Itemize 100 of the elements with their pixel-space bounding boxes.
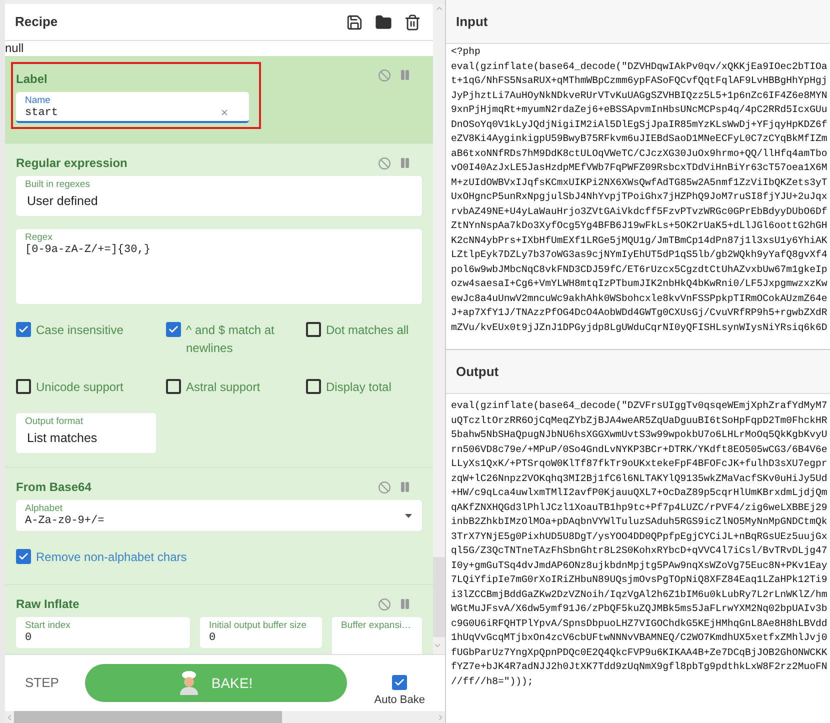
code-line: JyPjhztLi7AuHOyNkNDkveRUrVTvKuUAGgSZVHBIQzz5L5+1p6nZc6IF4Z6e8MYN xyxy=(451,88,828,102)
code-line: rn506VD8c79e/+MPuP/0So4GndLvNYKP3BCr+DTRK/YKdft8EO505wCG3/6B4V6e xyxy=(451,442,828,456)
checkbox[interactable] xyxy=(16,379,31,394)
field-value: 0 xyxy=(25,632,32,645)
field-label: Alphabet xyxy=(25,503,64,515)
select-field[interactable]: Output format List matches xyxy=(16,413,156,453)
checkbox[interactable] xyxy=(166,379,181,394)
checkbox-label: ^ and $ match at newlines xyxy=(186,322,276,357)
code-line: 9xnPjHjmqRt+myumN2rdaZej6+eBSSApvmInHbsUNcMCPsp4q/4pC2RRd5IcxGUu xyxy=(451,103,828,117)
field-label: Buffer expansi… xyxy=(341,620,412,632)
code-line: ZtNYnNspAa7kDo3XyfOcg5Yg4BFB6J19wFkLs+5OK2rUaK5+dLlJGl6oottG2hGH xyxy=(451,219,828,233)
checkbox[interactable] xyxy=(16,322,31,337)
scroll-up-icon[interactable] xyxy=(434,4,444,13)
field-label: Built in regexes xyxy=(25,179,91,191)
code-line: ewJc8a4uUnwV2mncuWc9akhAhk0WSbohcxle8kvVnFSSPpkpTIRmOCokAUzmZ64e xyxy=(451,292,828,306)
input-field[interactable]: Name start xyxy=(16,92,249,123)
pane-title: Output xyxy=(456,362,499,381)
code-line: inbB2ZhkbIMzOlMOa+pDAqbnVYWlTuluzSAduh5RGS9icZlNO5MyNnMpGNDCtmQk xyxy=(451,515,828,529)
checkbox[interactable] xyxy=(166,322,181,337)
pause-icon[interactable] xyxy=(399,69,411,81)
code-line: UxOHgncP5unRxNpgjulSbJ4NhYvpjTPoiGhx7jHZPhQ9JoM7ruSI8fjYJU+2uJqx xyxy=(451,190,828,204)
code-line: qAKfZNXHQGd3lPhlJCzl1XoauTB1hp9tc+Pf7p4LUZC/rPVF4/zig6weLXBBEj29 xyxy=(451,500,828,514)
code-line: DnOSoYq0V1kLyJQdjNigiIM2iAl5DlEgSjJpaIR85mYzKLsWwDj+YFjqyHpKDZ6f xyxy=(451,118,828,132)
code-line: ql5G/Z3QcTNTneTAzFhSbnGhtr8L2S0KohxRYbcD+qVVC4l7iCsl/BvTRvDLjg47 xyxy=(451,544,828,558)
disable-icon[interactable] xyxy=(378,69,391,82)
code-line: ozw4saesaI+Cg6+VmYLWH8mtqIzPTbumJIK2nbHkQ4bKwRni0/LF5JxpgmwzxzKw xyxy=(451,277,828,291)
code-line: 1hUqVvGcqMTjbxOn4zcV6cbUFtwNNNvVBAMNEQ/C2WO7KmdhUX5xetfxZMhlJvj0 xyxy=(451,631,828,645)
code-line: //ff//h8="))); xyxy=(451,674,534,688)
scrollbar-thumb[interactable] xyxy=(433,557,445,637)
code-line: I0y+gmGuTSq4dvJmdAP6ONz8ujkbdnMpjtg5PAw9nqXsWZoVg75Euc8N+PKv1Eay xyxy=(451,558,828,572)
disable-icon[interactable] xyxy=(378,481,391,494)
code-line: eZV8Ki4AyginkigpU59BwyB75RFkvm6uJIEBdSaoD1MNeECFyL0C7zCYqBkMfIZm xyxy=(451,132,828,146)
field-value: List matches xyxy=(26,430,98,446)
checkbox[interactable] xyxy=(392,675,408,690)
checkbox-label: Case insensitive xyxy=(36,322,124,339)
scroll-right-icon[interactable] xyxy=(436,712,445,722)
checkbox-label: Auto Bake xyxy=(374,693,425,708)
input-field[interactable]: Start index 0 xyxy=(16,617,190,648)
checkbox[interactable] xyxy=(306,379,321,394)
code-line: aB6txoNNfRDs7hM9DdK8ctULOqVWeTC/CJczXG30JuOx9hrmo+QQ/llHfq4amTbo xyxy=(451,146,828,160)
code-line: t+1qG/NhFS5NsaRUX+qMThmWBpCzmm6ypFASoFQCvfQqtFqlAF9LvHBBgHhYpHgj xyxy=(451,74,828,88)
check-icon xyxy=(168,324,179,335)
code-line: eval(gzinflate(base64_decode("DZVFrsUIggTv0qsqeWEmjXphZrafYdMyM7 xyxy=(451,399,828,413)
check-icon xyxy=(394,677,406,688)
pause-icon[interactable] xyxy=(399,598,411,610)
select-field[interactable]: Alphabet A-Za-z0-9+/= xyxy=(16,500,422,531)
disable-icon[interactable] xyxy=(378,157,391,170)
code-line: <?php xyxy=(451,45,482,59)
code-line: c9G0U6iRFQHTPlYpvA/SpnsDbpuoLHZ7VIGOChdkG5KEjHMhqGnL8Ae8H8hLBVdd xyxy=(451,616,828,630)
folder-icon[interactable] xyxy=(375,14,392,30)
operation-title: Regular expression xyxy=(16,155,128,172)
field-value: start xyxy=(25,107,58,120)
scroll-down-icon[interactable] xyxy=(433,641,442,650)
pause-icon[interactable] xyxy=(399,157,411,169)
code-line: vO0I40AzJxLE5JasHzdpMEfVWb7FqPWFZ09RsbcxTDdViHnBiYr63cT57oea1X6M xyxy=(451,161,828,175)
input-field[interactable]: Initial output buffer size 0 xyxy=(200,617,322,648)
code-line: i3lZCCBmjBddGaZKw2DzVZNoih/IqzVgAl2h6Z1bIM6u0kLubRy7L2rLnWKlZ/hm xyxy=(451,588,828,602)
trash-icon[interactable] xyxy=(404,14,421,30)
step-button[interactable]: STEP xyxy=(25,673,85,693)
regex-field[interactable]: Regex [0-9a-zA-Z/+=]{30,} xyxy=(16,229,422,304)
code-line: 3TrX7YNjE5g0PixhUD5U8DgT/ysYOO4DD0QPpfpEgjCYCiJL+nBqRGsUEz5uujGx xyxy=(451,530,828,544)
checkbox-label: Display total xyxy=(326,379,392,396)
field-value: User defined xyxy=(26,193,98,209)
scrollbar[interactable] xyxy=(5,711,445,723)
recipe-title: Recipe xyxy=(15,13,58,32)
code-line: zqW+lC26Nnpz2VOKqhq3MI2Bj1fC6l6NLTAKYlQ9135wkZMaVacfSKv0uHiJy5Ud xyxy=(451,472,828,486)
field-value: 0 xyxy=(209,632,216,645)
code-line: 7LQiYfipIe7mG0rXoIRiZHbuN89UQsjmOvsPgTOpNiQ8XFZ84Eaq1LZaHPk12Ti9 xyxy=(451,573,828,587)
field-value: [0-9a-zA-Z/+=]{30,} xyxy=(25,244,150,257)
code-line: pol6w9wbJMbcNqC8vkFND3CDJ59fC/ET6rUzcx5CgzdtCtUhAZvxbUw67m1gkeIp xyxy=(451,262,828,276)
code-line: K2cNN4ybPrs+IXbHfUmEXf1LRGe5jMQU1g/JmTBmCp14dPn87j1l3xsU1y6YhiAK xyxy=(451,234,828,248)
select-field[interactable]: Built in regexes User defined xyxy=(16,176,422,216)
code-line: rvbAZ49NE+U4yLaWauHrjo3ZVtGAiVkdcff5FzvPTvzWRGc0GPrEbBdyyDUbO6Df xyxy=(451,204,828,218)
checkbox-label: Unicode support xyxy=(36,379,124,396)
code-line: fYZ7e+bJK4R7adNJJ2h0JtXK7Tdd9zUqNmX9gfl8pbTg9pdthkLxW8F2rz2MuoFN xyxy=(451,660,828,674)
field-label: Initial output buffer size xyxy=(209,620,308,632)
caret-icon[interactable] xyxy=(405,514,412,518)
field-label: Name xyxy=(25,95,52,107)
scrollbar[interactable] xyxy=(433,41,445,654)
clear-icon[interactable] xyxy=(220,108,229,117)
save-icon[interactable] xyxy=(346,14,363,30)
code-line: +HW/c9qLca4uwlxmTMlI2avfP0KjauuQXL7+OcDaZ89p5cqrHlUmKBrxdmLjdjQm xyxy=(451,486,828,500)
pause-icon[interactable] xyxy=(399,481,411,493)
checkbox[interactable] xyxy=(16,549,31,564)
operation-title: Label xyxy=(16,71,48,88)
operation-title: Raw Inflate xyxy=(16,596,80,613)
code-line: LLyXs1QxK/+PTSrqoW0KlTf87fkTr9oUKxtekeFpF4BFOFcJK+fulhD3sXU7egpr xyxy=(451,457,828,471)
code-line: eval(gzinflate(base64_decode("DZVHDqwIAkPv0qv/xQKKjEa9IOec2bTIOa xyxy=(451,60,828,74)
code-line: mZVu/kvEUx0t9jJZnJ1DPGyjdp8LgUWduCqrNI0yQFISHLsynWIysNiYRsiq6k6D xyxy=(451,320,828,334)
code-line: LZtlpEyk7DZLy7b37oWG3as9cjNYmIyEhUT5dP1qS5lb/gb2WQkh9yYafQ8gvXf4 xyxy=(451,248,828,262)
scroll-left-icon[interactable] xyxy=(5,712,14,722)
code-line: 5bahw5NbSHaQpugNJbNU6hsXGGXwmUvtS3w99wpokbU7o6LHLrMoOq5QkKgbKvyU xyxy=(451,428,828,442)
field-label: Regex xyxy=(25,232,54,244)
field-label: Start index xyxy=(25,620,72,632)
check-icon xyxy=(18,551,29,562)
disable-icon[interactable] xyxy=(378,598,391,611)
checkbox[interactable] xyxy=(306,322,321,337)
pane-title: Input xyxy=(456,12,488,31)
code-line: J+ap7XfY1J/TNAzzPfOG4DcO4AobWDd4GWTg0CXUsGj/CvuVRfRP9h5+rgwbZXdR xyxy=(451,306,828,320)
code-line: uQTczltOrzRR6OjCqMeqZYbZjBJA4weAR5ZqUaDguuBI6tSoHpFqpD2Tm0FhckHR xyxy=(451,414,828,428)
